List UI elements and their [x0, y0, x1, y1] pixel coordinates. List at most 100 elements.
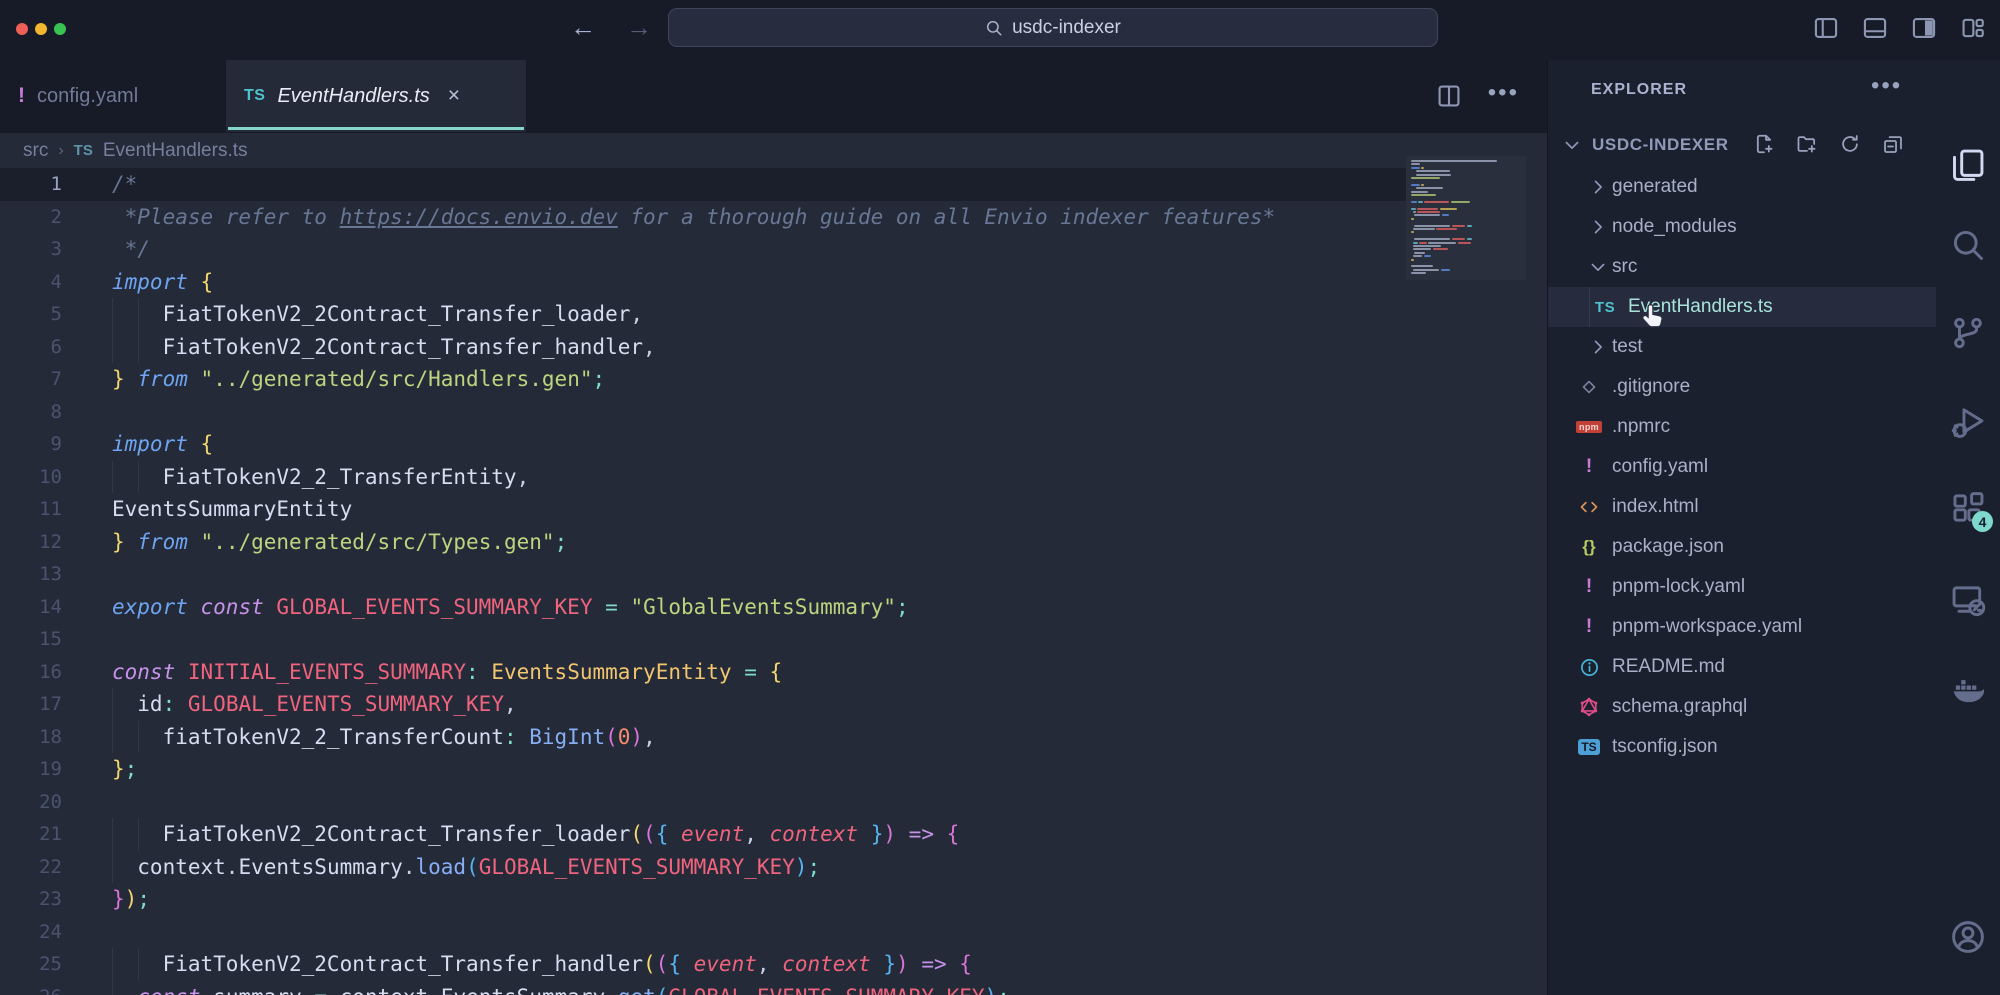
code-text: } from "../generated/src/Handlers.gen";: [112, 363, 605, 396]
tree-file-readme-md[interactable]: README.md: [1548, 647, 1936, 687]
code-line-21[interactable]: 21 FiatTokenV2_2Contract_Transfer_loader…: [0, 818, 1406, 851]
code-line-9[interactable]: 9import {: [0, 428, 1406, 461]
tree-file-config-yaml[interactable]: ! config.yaml: [1548, 447, 1936, 487]
typescript-icon: TS: [244, 87, 265, 105]
explorer-more-actions-icon[interactable]: •••: [1871, 76, 1902, 96]
customize-layout-icon[interactable]: [1960, 15, 1986, 41]
explorer-section-header[interactable]: USDC-INDEXER: [1548, 128, 1936, 164]
code-line-20[interactable]: 20: [0, 786, 1406, 819]
code-text: const INITIAL_EVENTS_SUMMARY: EventsSumm…: [112, 656, 782, 689]
line-number: 16: [0, 656, 62, 689]
maximize-window-button[interactable]: [54, 23, 66, 35]
graphql-icon: [1576, 694, 1602, 720]
refresh-explorer-icon[interactable]: [1839, 133, 1861, 155]
line-number: 8: [0, 396, 62, 429]
code-editor[interactable]: 1/*2 *Please refer to https://docs.envio…: [0, 168, 1547, 995]
editor-more-actions-icon[interactable]: •••: [1488, 83, 1519, 109]
explorer-sidebar: EXPLORER ••• USDC-INDEXER generatednode_…: [1547, 60, 1936, 995]
activity-source-control-icon[interactable]: [1950, 315, 1986, 351]
tree-file--gitignore[interactable]: .gitignore: [1548, 367, 1936, 407]
code-text: id: GLOBAL_EVENTS_SUMMARY_KEY,: [112, 688, 517, 721]
activity-docker-icon[interactable]: [1950, 672, 1986, 708]
tab-eventhandlers-ts[interactable]: TS EventHandlers.ts ×: [226, 60, 526, 132]
minimap-line: [1467, 225, 1472, 227]
file-name: generated: [1612, 176, 1698, 198]
new-folder-icon[interactable]: [1796, 133, 1818, 155]
tree-file-tsconfig-json[interactable]: TStsconfig.json: [1548, 727, 1936, 767]
tree-file-pnpm-lock-yaml[interactable]: !pnpm-lock.yaml: [1548, 567, 1936, 607]
yaml-warning-icon: !: [1576, 454, 1602, 480]
code-line-10[interactable]: 10 FiatTokenV2_2_TransferEntity,: [0, 461, 1406, 494]
code-line-22[interactable]: 22 context.EventsSummary.load(GLOBAL_EVE…: [0, 851, 1406, 884]
code-line-18[interactable]: 18 fiatTokenV2_2_TransferCount: BigInt(0…: [0, 721, 1406, 754]
tree-file-index-html[interactable]: index.html: [1548, 487, 1936, 527]
minimap-line: [1411, 265, 1433, 267]
split-editor-icon[interactable]: [1436, 83, 1462, 109]
code-text: fiatTokenV2_2_TransferCount: BigInt(0),: [112, 721, 656, 754]
activity-account-icon[interactable]: [1950, 919, 1986, 955]
code-line-24[interactable]: 24: [0, 916, 1406, 949]
minimap[interactable]: [1406, 156, 1526, 280]
active-tab-indicator: [228, 127, 524, 130]
tree-file-package-json[interactable]: {}package.json: [1548, 527, 1936, 567]
code-line-8[interactable]: 8: [0, 396, 1406, 429]
tree-file--npmrc[interactable]: npm.npmrc: [1548, 407, 1936, 447]
toggle-primary-sidebar-icon[interactable]: [1813, 15, 1839, 41]
code-line-13[interactable]: 13: [0, 558, 1406, 591]
code-line-11[interactable]: 11EventsSummaryEntity: [0, 493, 1406, 526]
line-number: 9: [0, 428, 62, 461]
line-number: 18: [0, 721, 62, 754]
navigate-back-button[interactable]: ←: [566, 12, 600, 43]
line-number: 2: [0, 201, 62, 234]
activity-bar: 4: [1936, 60, 2000, 995]
code-line-7[interactable]: 7} from "../generated/src/Handlers.gen";: [0, 363, 1406, 396]
breadcrumb-folder[interactable]: src: [23, 140, 48, 162]
minimize-window-button[interactable]: [35, 23, 47, 35]
code-line-16[interactable]: 16 const INITIAL_EVENTS_SUMMARY: EventsSu…: [0, 656, 1406, 689]
activity-explorer-icon[interactable]: [1950, 147, 1986, 183]
minimap-line: [1416, 174, 1451, 176]
tab-config-yaml[interactable]: ! config.yaml: [0, 60, 212, 132]
close-tab-icon[interactable]: ×: [448, 84, 460, 108]
tree-file-pnpm-workspace-yaml[interactable]: !pnpm-workspace.yaml: [1548, 607, 1936, 647]
tree-folder-generated[interactable]: generated: [1548, 167, 1936, 207]
collapse-folders-icon[interactable]: [1882, 133, 1904, 155]
tree-file-eventhandlers-ts[interactable]: TSEventHandlers.ts: [1548, 287, 1936, 327]
code-line-5[interactable]: 5 FiatTokenV2_2Contract_Transfer_loader,: [0, 298, 1406, 331]
breadcrumb[interactable]: src › TS EventHandlers.ts: [0, 133, 1547, 168]
activity-extensions-icon[interactable]: 4: [1950, 490, 1986, 526]
code-line-25[interactable]: 25 FiatTokenV2_2Contract_Transfer_handle…: [0, 948, 1406, 981]
command-center-search[interactable]: usdc-indexer: [668, 8, 1438, 47]
tree-folder-test[interactable]: test: [1548, 327, 1936, 367]
code-line-1[interactable]: 1/*: [0, 168, 1406, 201]
code-line-6[interactable]: 6 FiatTokenV2_2Contract_Transfer_handler…: [0, 331, 1406, 364]
activity-remote-explorer-icon[interactable]: [1950, 582, 1986, 618]
close-window-button[interactable]: [16, 23, 28, 35]
toggle-panel-icon[interactable]: [1862, 15, 1888, 41]
code-line-12[interactable]: 12} from "../generated/src/Types.gen";: [0, 526, 1406, 559]
activity-run-and-debug-icon[interactable]: [1950, 404, 1986, 440]
toggle-secondary-sidebar-icon[interactable]: [1911, 15, 1937, 41]
new-file-icon[interactable]: [1753, 133, 1775, 155]
tab-label: EventHandlers.ts: [277, 85, 429, 108]
code-line-2[interactable]: 2 *Please refer to https://docs.envio.de…: [0, 201, 1406, 234]
navigate-forward-button[interactable]: →: [622, 12, 656, 43]
activity-search-icon[interactable]: [1950, 227, 1986, 263]
code-line-4[interactable]: 4import {: [0, 266, 1406, 299]
line-number: 15: [0, 623, 62, 656]
minimap-line: [1424, 255, 1431, 257]
code-line-15[interactable]: 15: [0, 623, 1406, 656]
line-number: 22: [0, 851, 62, 884]
tree-file-schema-graphql[interactable]: schema.graphql: [1548, 687, 1936, 727]
code-line-19[interactable]: 19};: [0, 753, 1406, 786]
tree-folder-node-modules[interactable]: node_modules: [1548, 207, 1936, 247]
code-line-23[interactable]: 23});: [0, 883, 1406, 916]
code-text: */: [112, 233, 150, 266]
code-line-14[interactable]: 14export const GLOBAL_EVENTS_SUMMARY_KEY…: [0, 591, 1406, 624]
code-line-26[interactable]: 26 const summary = context.EventsSummary…: [0, 981, 1406, 995]
breadcrumb-file[interactable]: EventHandlers.ts: [103, 140, 248, 162]
tree-folder-src[interactable]: src: [1548, 247, 1936, 287]
file-name: config.yaml: [1612, 456, 1708, 478]
code-line-3[interactable]: 3 */: [0, 233, 1406, 266]
code-line-17[interactable]: 17 id: GLOBAL_EVENTS_SUMMARY_KEY,: [0, 688, 1406, 721]
